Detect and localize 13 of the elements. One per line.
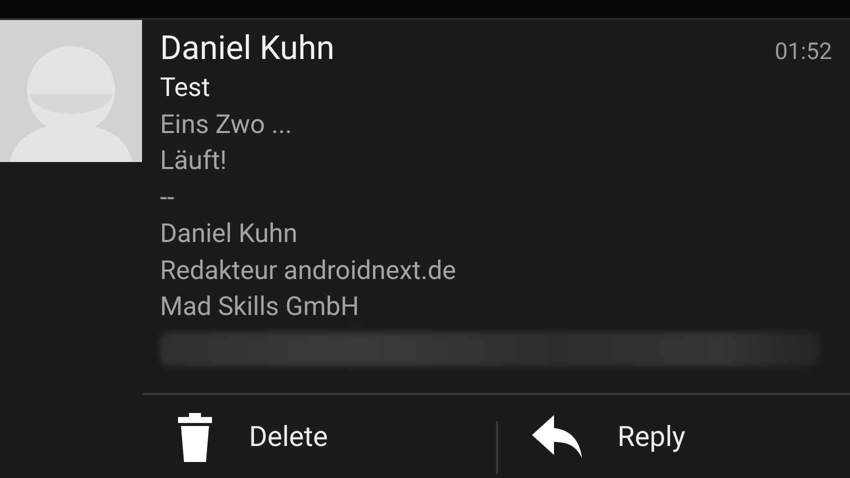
reply-icon xyxy=(532,414,582,458)
body-line: Redakteur androidnext.de xyxy=(160,254,458,288)
body-line: Läuft! xyxy=(160,145,228,178)
body-line: Eins Zwo ... xyxy=(160,108,293,142)
delete-button[interactable]: Delete xyxy=(143,395,496,478)
body-line: Daniel Kuhn xyxy=(160,218,298,251)
reply-button[interactable]: Reply xyxy=(498,395,850,478)
sender-name: Daniel Kuhn xyxy=(160,28,334,70)
body-line: -- xyxy=(160,182,176,214)
time-label: 01:52 xyxy=(774,38,832,65)
trash-icon xyxy=(177,410,213,462)
body-line: Mad Skills GmbH xyxy=(160,291,360,324)
subject-line: Test xyxy=(160,72,211,105)
